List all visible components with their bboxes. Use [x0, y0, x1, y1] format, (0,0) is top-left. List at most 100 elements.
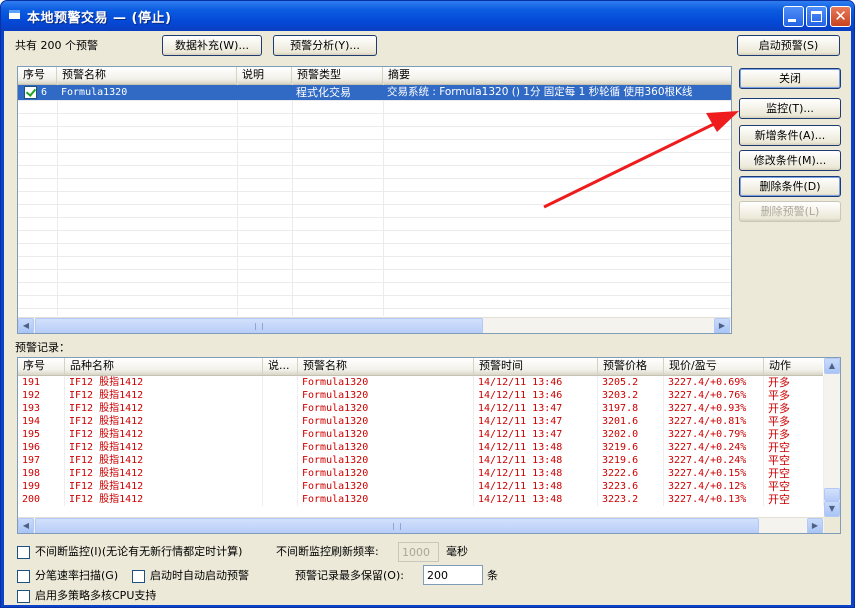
rec-cell-alert-name: Formula1320: [298, 402, 474, 415]
rec-cell-product: IF12 股指1412: [65, 402, 263, 415]
maximize-button[interactable]: [806, 6, 827, 27]
rec-cell-time: 14/12/11 13:48: [474, 454, 598, 467]
col-header-desc[interactable]: 说明: [237, 67, 292, 84]
start-alert-button[interactable]: 启动预警(S): [737, 35, 840, 56]
modify-condition-button[interactable]: 修改条件(M)...: [739, 150, 841, 171]
rec-cell-action: 平多: [764, 415, 824, 428]
add-condition-button[interactable]: 新增条件(A)...: [739, 125, 841, 146]
record-row[interactable]: 198 IF12 股指1412 Formula1320 14/12/11 13:48 3…: [18, 467, 824, 480]
grid-line: [18, 152, 731, 153]
records-label: 预警记录：: [15, 341, 70, 354]
vscroll-thumb[interactable]: [824, 488, 840, 501]
col-header-seq[interactable]: 序号: [18, 67, 57, 84]
rec-col-seq[interactable]: 序号: [18, 358, 65, 375]
rec-cell-seq: 197: [18, 454, 65, 467]
grid-line: [18, 269, 731, 270]
records-hscrollbar[interactable]: ◀ ▶: [18, 517, 824, 533]
close-icon: ✕: [834, 7, 847, 25]
rec-cell-seq: 200: [18, 493, 65, 506]
rec-cell-seq: 199: [18, 480, 65, 493]
rec-cell-time: 14/12/11 13:48: [474, 480, 598, 493]
scroll-left-button[interactable]: ◀: [18, 518, 34, 533]
window-title: 本地预警交易 — (停止): [27, 11, 172, 26]
rec-cell-action: 平空: [764, 454, 824, 467]
delete-condition-button[interactable]: 删除条件(D): [739, 176, 841, 197]
data-supplement-button[interactable]: 数据补充(W)...: [162, 35, 262, 56]
rec-cell-pnl: 3227.4/+0.93%: [664, 402, 764, 415]
records-list[interactable]: 序号 品种名称 说... 预警名称 预警时间 预警价格 现价/盈亏 动作 191…: [17, 357, 841, 534]
rec-cell-action: 开多: [764, 428, 824, 441]
rec-cell-time: 14/12/11 13:47: [474, 402, 598, 415]
alert-row-id: 6: [37, 85, 57, 100]
scroll-up-button[interactable]: ▲: [824, 358, 840, 374]
record-row[interactable]: 192 IF12 股指1412 Formula1320 14/12/11 13:46 3…: [18, 389, 824, 402]
record-row[interactable]: 193 IF12 股指1412 Formula1320 14/12/11 13:47 3…: [18, 402, 824, 415]
scroll-thumb[interactable]: [35, 518, 759, 533]
rec-cell-desc: [263, 389, 298, 402]
max-records-input[interactable]: 200: [423, 565, 483, 585]
alert-row-checkbox[interactable]: [24, 86, 37, 99]
scroll-right-button[interactable]: ▶: [807, 518, 823, 533]
rec-cell-pnl: 3227.4/+0.79%: [664, 428, 764, 441]
rec-cell-pnl: 3227.4/+0.24%: [664, 454, 764, 467]
rec-col-time[interactable]: 预警时间: [474, 358, 598, 375]
continuous-monitor-checkbox[interactable]: [17, 546, 30, 559]
monitor-button[interactable]: 监控(T)...: [739, 98, 841, 119]
rec-cell-product: IF12 股指1412: [65, 389, 263, 402]
rec-col-product[interactable]: 品种名称: [65, 358, 263, 375]
alert-window: 本地预警交易 — (停止) ✕ 共有 200 个预警 数据补充(W)... 预警…: [0, 0, 855, 608]
grid-line: [18, 256, 731, 257]
scroll-down-button[interactable]: ▼: [824, 501, 840, 517]
rec-col-price[interactable]: 预警价格: [598, 358, 664, 375]
rec-col-alert-name[interactable]: 预警名称: [298, 358, 474, 375]
alert-analysis-button[interactable]: 预警分析(Y)...: [273, 35, 377, 56]
scroll-grip-icon: [255, 323, 263, 330]
scroll-left-button[interactable]: ◀: [18, 318, 34, 333]
scroll-thumb[interactable]: [35, 318, 483, 333]
col-header-name[interactable]: 预警名称: [57, 67, 237, 84]
alert-list-hscrollbar[interactable]: ◀ ▶: [18, 317, 731, 333]
rec-col-action[interactable]: 动作: [764, 358, 824, 375]
rec-cell-alert-name: Formula1320: [298, 376, 474, 389]
rec-cell-product: IF12 股指1412: [65, 415, 263, 428]
record-row[interactable]: 200 IF12 股指1412 Formula1320 14/12/11 13:48 3…: [18, 493, 824, 506]
rec-cell-time: 14/12/11 13:46: [474, 389, 598, 402]
grid-line: [18, 191, 731, 192]
rec-cell-price: 3205.2: [598, 376, 664, 389]
scroll-right-button[interactable]: ▶: [714, 318, 730, 333]
rec-cell-price: 3202.0: [598, 428, 664, 441]
records-vscrollbar[interactable]: ▲ ▼: [824, 358, 840, 517]
rec-cell-time: 14/12/11 13:48: [474, 441, 598, 454]
rec-cell-desc: [263, 415, 298, 428]
records-unit-label: 条: [487, 569, 498, 582]
record-row[interactable]: 199 IF12 股指1412 Formula1320 14/12/11 13:48 3…: [18, 480, 824, 493]
close-window-button[interactable]: ✕: [830, 6, 851, 27]
record-row[interactable]: 196 IF12 股指1412 Formula1320 14/12/11 13:48 3…: [18, 441, 824, 454]
record-row[interactable]: 191 IF12 股指1412 Formula1320 14/12/11 13:46 3…: [18, 376, 824, 389]
rec-col-pnl[interactable]: 现价/盈亏: [664, 358, 764, 375]
alert-row[interactable]: 6 Formula1320 程式化交易 交易系统 : Formula1320 (…: [18, 85, 731, 100]
record-row[interactable]: 195 IF12 股指1412 Formula1320 14/12/11 13:47 3…: [18, 428, 824, 441]
rec-cell-price: 3197.8: [598, 402, 664, 415]
rec-cell-seq: 192: [18, 389, 65, 402]
title-bar[interactable]: 本地预警交易 — (停止) ✕: [1, 1, 854, 31]
alert-row-type: 程式化交易: [296, 86, 351, 99]
rec-cell-alert-name: Formula1320: [298, 428, 474, 441]
record-row[interactable]: 197 IF12 股指1412 Formula1320 14/12/11 13:48 3…: [18, 454, 824, 467]
record-row[interactable]: 194 IF12 股指1412 Formula1320 14/12/11 13:47 3…: [18, 415, 824, 428]
close-button[interactable]: 关闭: [739, 68, 841, 89]
rec-cell-desc: [263, 441, 298, 454]
col-header-summary[interactable]: 摘要: [383, 67, 731, 84]
rec-cell-desc: [263, 493, 298, 506]
rec-cell-desc: [263, 480, 298, 493]
rec-cell-seq: 196: [18, 441, 65, 454]
alert-list[interactable]: 序号 预警名称 说明 预警类型 摘要 6 Formula1320 程式化交易 交…: [17, 66, 732, 334]
auto-start-checkbox[interactable]: [132, 570, 145, 583]
col-header-type[interactable]: 预警类型: [292, 67, 383, 84]
tick-scan-checkbox[interactable]: [17, 570, 30, 583]
minimize-button[interactable]: [783, 6, 804, 27]
multi-cpu-checkbox[interactable]: [17, 590, 30, 603]
alert-row-desc: [237, 85, 292, 100]
delete-alert-button: 删除预警(L): [739, 201, 841, 222]
rec-col-desc[interactable]: 说...: [263, 358, 298, 375]
